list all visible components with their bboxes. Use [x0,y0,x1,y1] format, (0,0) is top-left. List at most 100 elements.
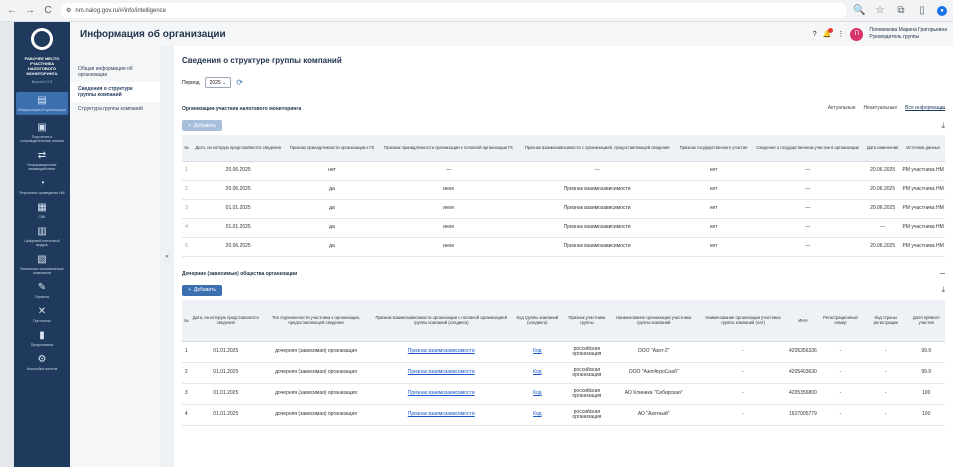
column-header[interactable]: Признак государственного участия [675,135,752,162]
column-header[interactable]: Доля прямого участия [907,299,945,342]
table-cell: - [696,362,790,384]
site-info-icon[interactable]: ⚙ [66,7,71,14]
help-icon[interactable]: ? [813,31,817,38]
table-cell: 99.9 [907,341,945,363]
table-row[interactable]: 4 01.01.2025 да иное Признак взаимозависимос… [182,218,945,238]
submenu-item-1[interactable]: Общая информация об организации [70,62,160,82]
view-tab-1[interactable]: Актуальные [828,105,856,111]
column-header[interactable]: Признак принадлежности организации к ГК [285,135,379,162]
add-button-section2[interactable]: + Добавить [182,284,223,296]
more-menu-icon[interactable]: ⋮ [837,30,844,38]
table-row[interactable]: 2 01.01.2025 дочерняя (зависимая) организа… [182,362,945,384]
rail-item-9[interactable]: ✕ Протоколы [16,306,68,323]
submenu-item-2[interactable]: Сведения о структуре группы компаний [70,82,160,102]
rail-item-8[interactable]: ✎ Сервисы [16,282,68,299]
bookmark-star-icon[interactable]: ☆ [874,5,886,17]
column-header[interactable]: Дата, на которую представляются сведения [190,135,286,162]
column-header[interactable]: Наименование организации участника групп… [696,299,790,342]
table-header-row: № Дата, на которую представляются сведени… [182,299,945,342]
table-cell: 3 [182,199,191,219]
table-row[interactable]: 4 01.01.2025 дочерняя (зависимая) организа… [182,404,945,426]
column-header[interactable]: Код страны регистрации [863,299,908,342]
table-cell: АО Клиника "Сибирская" [610,383,697,405]
add-button-section1[interactable]: + Добавить [182,120,223,131]
column-header[interactable]: Признак принадлежности организации к гол… [378,135,519,162]
reload-icon[interactable]: C [42,5,54,17]
content-panel: Сведения о структуре группы компаний Пер… [174,46,953,467]
rail-item-10[interactable]: ▮ Предложения [16,330,68,347]
rail-item-11[interactable]: ⚙ Настройки агентов [16,354,68,371]
column-header[interactable]: Дата, на которую представляются сведения [190,299,261,342]
period-select[interactable]: 2025 ⌄ [204,77,232,88]
rail-item-7[interactable]: ▧ Финансово-экономические показатели [16,254,68,275]
cell-link[interactable]: Признак взаимозависимости [371,404,512,426]
view-tab-3[interactable]: Все информация [905,105,945,111]
table-cell: нет [675,180,752,200]
column-header[interactable]: Признак взаимозависимости организации с … [371,299,512,342]
rail-item-5[interactable]: ▦ СВК [16,202,68,219]
rail-item-label: Финансово-экономические показатели [20,267,64,275]
table-cell: да [285,218,379,238]
rail-item-1[interactable]: ▤ Информация об организации [16,92,68,115]
table-row[interactable]: 5 20.06.2025 да иное Признак взаимозависимос… [182,237,945,257]
cell-link[interactable]: Признак взаимозависимости [371,362,512,384]
table-row[interactable]: 1 20.06.2025 нет — — нет —20.06.2025 РМ участни… [182,161,945,181]
table-row[interactable]: 3 01.01.2025 дочерняя (зависимая) организа… [182,383,945,405]
refresh-icon[interactable]: ⟳ [236,78,243,87]
column-header[interactable]: Признак участника группы [563,299,611,342]
notifications-bell-icon[interactable]: 🔔 [823,28,834,38]
module-icon: ▥ [37,226,47,237]
table-row[interactable]: 1 01.01.2025 дочерняя (зависимая) организа… [182,341,945,363]
rail-item-6[interactable]: ▥ Цифровой налоговый модуль [16,226,68,247]
browser-profile-icon[interactable]: ● [937,5,947,16]
rail-item-2[interactable]: ▣ Поручения и сопроводительные письма [16,122,68,143]
column-header[interactable]: Источник данных [901,135,945,162]
cell-link[interactable]: Код [511,383,564,405]
address-bar[interactable]: ⚙ nm.nalog.gov.ru/#/info/intelligence [60,3,847,18]
column-header[interactable]: Признак взаимозависимости с организацией… [518,135,676,162]
url-text: nm.nalog.gov.ru/#/info/intelligence [75,7,167,14]
content-heading: Сведения о структуре группы компаний [182,56,342,65]
sidebar-toggle-icon[interactable]: ▯ [916,5,928,17]
view-tab-2[interactable]: Неактуальные [864,105,898,111]
cell-link[interactable]: Код [511,341,564,363]
column-header[interactable]: Дата изменения [863,135,902,162]
column-header[interactable]: Наименование организации участника групп… [610,299,697,342]
cell-link[interactable]: Код [511,404,564,426]
column-header[interactable]: № [182,135,191,162]
table-cell: ООО "Азот-2" [610,341,697,363]
extensions-icon[interactable]: ⧉ [895,5,907,17]
submenu-item-3[interactable]: Структура группы компаний [70,102,160,116]
rail-item-4[interactable]: ◔ Результаты проведения НМ [16,178,68,195]
table-cell: 20.06.2025 [863,180,902,200]
forward-icon[interactable]: → [24,5,36,17]
column-header[interactable]: Сведения о государственном участии в орг… [751,135,864,162]
cell-link[interactable]: Признак взаимозависимости [371,341,512,363]
table-cell: 4205356800 [789,383,817,405]
table-cell: — [751,237,864,257]
table-cell: дочерняя (зависимая) организация [260,404,372,426]
table-cell: Признак взаимозависимости [518,180,676,200]
collapse-section2-icon[interactable]: — [940,271,945,277]
download-icon[interactable]: ⤓ [941,285,945,295]
zoom-icon[interactable]: 🔍 [853,5,865,17]
column-header[interactable]: ИНН [789,299,817,342]
table-cell: 4205403630 [789,362,817,384]
user-info[interactable]: Полевикова Марина Григорьевна Руководите… [869,27,947,41]
cell-link[interactable]: Признак взаимозависимости [371,383,512,405]
table-row[interactable]: 3 01.01.2025 да иное Признак взаимозависимос… [182,199,945,219]
collapse-menu-icon[interactable]: « [160,46,174,467]
download-icon[interactable]: ⤓ [941,121,945,131]
table-cell: РМ участника НМ [901,199,945,219]
table-row[interactable]: 2 20.06.2025 да иное Признак взаимозависимос… [182,180,945,200]
period-filter: Период 2025 ⌄ ⟳ [182,77,945,88]
table-cell: 01.01.2025 [190,199,286,219]
column-header[interactable]: Тип подчиненности участника к организаци… [260,299,372,342]
user-avatar[interactable]: П [850,27,864,41]
rail-item-3[interactable]: ⇄ Информационное взаимодействие [16,150,68,171]
back-icon[interactable]: ← [6,5,18,17]
column-header[interactable]: № [182,299,191,342]
cell-link[interactable]: Код [511,362,564,384]
column-header[interactable]: Регистрационный номер [816,299,864,342]
column-header[interactable]: Код группы компаний (холдинга) [511,299,564,342]
